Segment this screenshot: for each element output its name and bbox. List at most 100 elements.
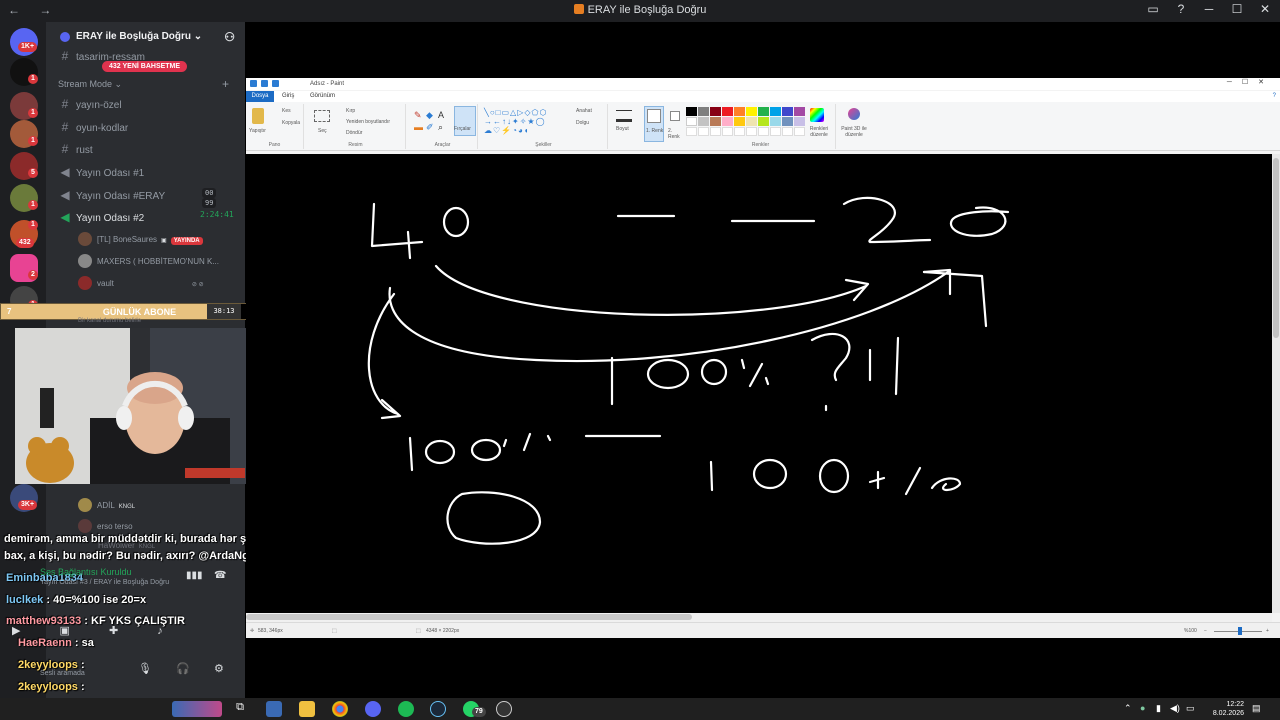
shapes-gallery[interactable]: ╲○□▭△▷◇⬠⬡ →←↑↓✦✧★◯ ☁♡⚡◔◕◖ bbox=[484, 108, 564, 138]
screen-icon[interactable]: ▭ bbox=[1146, 2, 1160, 16]
screen-share-button[interactable]: ▣ bbox=[60, 625, 70, 637]
voice-user[interactable]: ADİL KNGL bbox=[78, 498, 135, 512]
soundboard-icon[interactable]: ♪ bbox=[157, 625, 163, 637]
voice-user[interactable]: MAXERS ( HOBBİTEMO'NUN K... bbox=[78, 254, 219, 268]
discord-icon[interactable] bbox=[365, 701, 381, 717]
explorer-pinned-icon[interactable] bbox=[266, 701, 282, 717]
redo-icon[interactable] bbox=[272, 80, 279, 87]
group-label: Pano bbox=[268, 142, 281, 148]
color-palette[interactable] bbox=[686, 107, 805, 136]
file-explorer-icon[interactable] bbox=[299, 701, 315, 717]
edit-colors-button[interactable]: Renkleri düzenle bbox=[806, 126, 832, 138]
rail-badge: 1 bbox=[28, 74, 38, 84]
voice-signal-icon[interactable]: ▮▮▮ bbox=[186, 570, 203, 581]
tab-home[interactable]: Giriş bbox=[282, 93, 294, 99]
save-icon[interactable] bbox=[250, 80, 257, 87]
channel-item[interactable]: # oyun-kodlar bbox=[58, 120, 129, 134]
channel-item[interactable]: # rust bbox=[58, 142, 93, 156]
zoom-slider-knob[interactable] bbox=[1238, 627, 1242, 635]
chrome-icon[interactable] bbox=[332, 701, 348, 717]
help-icon[interactable]: ? bbox=[1273, 93, 1276, 99]
add-channel-icon[interactable]: + bbox=[222, 77, 229, 91]
voice-user[interactable]: vault ⊘ ⊘ bbox=[78, 276, 204, 290]
tab-file[interactable]: Dosya bbox=[246, 91, 274, 102]
tab-view[interactable]: Görünüm bbox=[310, 93, 335, 99]
size-label[interactable]: Boyut bbox=[616, 126, 629, 132]
tray-chevron-icon[interactable]: ⌃ bbox=[1124, 703, 1132, 714]
fill-button[interactable]: Dolgu bbox=[576, 120, 589, 126]
disconnect-icon[interactable]: ☎ bbox=[214, 570, 226, 581]
cut-button[interactable]: Kes bbox=[282, 108, 291, 114]
paint-window-buttons[interactable]: ─☐✕ bbox=[1227, 78, 1274, 86]
outline-button[interactable]: Anahat bbox=[576, 108, 592, 114]
network-icon[interactable]: ▭ bbox=[1186, 703, 1195, 714]
clock-date: 8.02.2026 bbox=[1212, 710, 1244, 717]
mic-icon[interactable]: 🎙 bbox=[138, 662, 152, 675]
edit-colors-icon[interactable] bbox=[810, 108, 824, 122]
select-icon[interactable] bbox=[314, 110, 330, 122]
add-user-icon[interactable]: ⚇ bbox=[224, 30, 235, 44]
pencil-icon[interactable]: ✎ bbox=[414, 110, 422, 121]
group-label: Araçlar bbox=[434, 142, 451, 148]
color-picker-icon[interactable]: ✐ bbox=[426, 122, 434, 133]
voice-channel-item[interactable]: ◀ Yayın Odası #ERAY 00 99 bbox=[58, 188, 217, 208]
horizontal-scrollbar[interactable] bbox=[246, 613, 1272, 622]
size-icon[interactable] bbox=[616, 110, 632, 122]
magnifier-icon[interactable]: ⌕ bbox=[438, 122, 443, 133]
channel-item[interactable]: # yayın-özel bbox=[58, 97, 122, 111]
paint-tabs: Dosya Giriş Görünüm ? bbox=[246, 91, 1280, 102]
voice-channel-item[interactable]: ◀ Yayın Odası #2 2:24:41 bbox=[58, 210, 233, 224]
volume-icon[interactable]: ◀) bbox=[1170, 703, 1180, 714]
rotate-button[interactable]: Döndür bbox=[346, 130, 362, 136]
widgets-button[interactable] bbox=[172, 701, 222, 717]
paste-button[interactable]: Yapıştır bbox=[249, 128, 266, 134]
headphones-icon[interactable]: 🎧 bbox=[176, 662, 190, 675]
tray-app-icon[interactable]: ● bbox=[1140, 703, 1145, 713]
activity-icon[interactable]: ✚ bbox=[109, 625, 118, 637]
category-stream-mode[interactable]: Stream Mode ⌄ + bbox=[58, 77, 229, 91]
eraser-icon[interactable]: ▬ bbox=[414, 122, 423, 132]
select-button[interactable]: Seç bbox=[318, 128, 327, 134]
copy-button[interactable]: Kopyala bbox=[282, 120, 300, 126]
crop-button[interactable]: Kırp bbox=[346, 108, 355, 114]
zoom-out-button[interactable]: − bbox=[1204, 628, 1207, 634]
notification-icon[interactable]: ▤ bbox=[1252, 703, 1261, 714]
maximize-button[interactable]: ☐ bbox=[1230, 2, 1244, 16]
task-view-icon[interactable]: ⧉ bbox=[232, 701, 248, 717]
mentions-badge[interactable]: 432 YENİ BAHSETME bbox=[102, 61, 188, 72]
color2-chip[interactable] bbox=[670, 111, 680, 121]
speaker-icon: ◀ bbox=[60, 210, 70, 224]
user-count-pill: 00 bbox=[202, 188, 217, 198]
minimize-button[interactable]: ─ bbox=[1202, 2, 1216, 16]
undo-icon[interactable] bbox=[261, 80, 268, 87]
app-icon[interactable] bbox=[496, 701, 512, 717]
close-button[interactable]: ✕ bbox=[1258, 2, 1272, 16]
cursor-position: 583, 346px bbox=[258, 628, 283, 634]
paint3d-icon[interactable] bbox=[848, 108, 860, 120]
clock[interactable]: 12:22 8.02.2026 bbox=[1213, 700, 1244, 718]
scroll-thumb[interactable] bbox=[246, 614, 692, 620]
chat-text: : sa bbox=[71, 637, 94, 649]
server-header[interactable]: ERAY ile Boşluğa Doğru ⌄ ⚇ bbox=[46, 22, 245, 52]
voice-user[interactable]: erso terso bbox=[78, 519, 133, 533]
chat-user: HaeRaenn bbox=[18, 637, 72, 649]
vertical-scrollbar[interactable] bbox=[1272, 154, 1280, 613]
clock-time: 12:22 bbox=[1226, 701, 1244, 708]
settings-icon[interactable]: ⚙ bbox=[214, 662, 224, 675]
video-icon[interactable]: ▶ bbox=[12, 625, 20, 637]
voice-connected-label[interactable]: Ses Bağlantısı Kuruldu bbox=[40, 567, 132, 577]
fill-icon[interactable]: ◆ bbox=[426, 110, 433, 121]
zoom-in-button[interactable]: + bbox=[1266, 628, 1269, 634]
spotify-icon[interactable] bbox=[398, 701, 414, 717]
text-icon[interactable]: A bbox=[438, 110, 444, 120]
scroll-thumb[interactable] bbox=[1273, 158, 1279, 338]
mic-tray-icon[interactable]: ▮ bbox=[1156, 703, 1161, 714]
paint3d-button[interactable]: Paint 3D ile düzenle bbox=[836, 126, 872, 138]
paste-icon[interactable] bbox=[252, 108, 264, 124]
resize-button[interactable]: Yeniden boyutlandır bbox=[346, 119, 390, 125]
help-icon[interactable]: ? bbox=[1174, 2, 1188, 16]
voice-channel-item[interactable]: ◀ Yayın Odası #1 bbox=[58, 165, 144, 179]
drawing-canvas[interactable] bbox=[246, 154, 1272, 613]
steam-icon[interactable] bbox=[430, 701, 446, 717]
voice-user[interactable]: [TL] BoneSaures ▣ YAYINDA bbox=[78, 232, 203, 246]
